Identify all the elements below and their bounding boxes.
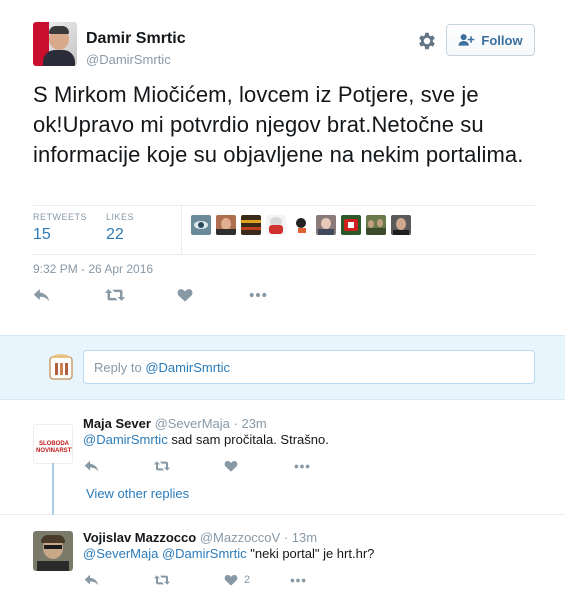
main-tweet: Damir Smrtic @DamirSmrtic Follow S Mirko… <box>0 0 565 335</box>
reply-author-name: Vojislav Mazzocco <box>83 530 197 545</box>
like-icon[interactable]: 2 <box>224 573 250 587</box>
retweet-icon[interactable] <box>105 286 125 304</box>
liker-avatar[interactable] <box>316 215 336 235</box>
reply-time[interactable]: · 23m <box>234 416 267 431</box>
liker-avatar[interactable] <box>366 215 386 235</box>
like-icon[interactable] <box>177 286 197 304</box>
reply-icon[interactable] <box>84 459 100 473</box>
view-other-replies-link[interactable]: View other replies <box>86 486 189 501</box>
follow-user-icon <box>458 34 475 46</box>
reply-author-handle: @MazzoccoV <box>199 530 281 545</box>
author-handle[interactable]: @DamirSmrtic <box>86 52 171 67</box>
likes-stat[interactable]: LIKES 22 <box>106 212 134 244</box>
stats-divider <box>181 206 182 254</box>
follow-button[interactable]: Follow <box>446 24 535 56</box>
avatar-text: SLOBODA NOVINARSTVU <box>36 441 72 454</box>
more-icon[interactable] <box>294 459 310 473</box>
liker-avatar[interactable] <box>216 215 236 235</box>
like-count: 2 <box>244 574 251 586</box>
reply-icon[interactable] <box>84 573 100 587</box>
reply-actions <box>84 459 310 473</box>
reply-body: sad sam pročitala. Strašno. <box>167 432 329 447</box>
reply-placeholder-mention: @DamirSmrtic <box>145 359 231 375</box>
likes-count: 22 <box>106 226 124 243</box>
reply-author-name: Maja Sever <box>83 416 151 431</box>
reply-mention[interactable]: @SeverMaja @DamirSmrtic <box>83 546 247 561</box>
reply-time[interactable]: · 13m <box>284 530 317 545</box>
reply-author-handle: @SeverMaja <box>154 416 230 431</box>
more-icon[interactable] <box>249 286 269 304</box>
retweets-label: RETWEETS <box>33 212 88 222</box>
gear-icon[interactable] <box>416 30 438 52</box>
tweet-stats: RETWEETS 15 LIKES 22 <box>33 205 535 255</box>
liker-avatar[interactable] <box>391 215 411 235</box>
retweet-icon[interactable] <box>154 459 170 473</box>
follow-label: Follow <box>481 32 523 48</box>
reply-actions: 2 <box>84 573 306 587</box>
more-icon[interactable] <box>290 573 306 587</box>
liker-avatar[interactable] <box>191 215 211 235</box>
reply-tweet: SLOBODA NOVINARSTVU Maja Sever @SeverMaj… <box>0 400 565 515</box>
like-icon[interactable] <box>224 459 240 473</box>
author-avatar[interactable] <box>33 22 77 66</box>
tweet-timestamp[interactable]: 9:32 PM - 26 Apr 2016 <box>33 262 153 276</box>
reply-mention[interactable]: @DamirSmrtic <box>83 432 168 447</box>
reply-icon[interactable] <box>33 286 53 304</box>
retweets-count: 15 <box>33 226 51 243</box>
current-user-avatar <box>48 351 74 381</box>
likes-label: LIKES <box>106 212 135 222</box>
reply-author[interactable]: Vojislav Mazzocco @MazzoccoV · 13m <box>83 530 317 545</box>
reply-input[interactable]: Reply to @DamirSmrtic <box>83 350 535 384</box>
reply-composer: Reply to @DamirSmrtic <box>0 335 565 400</box>
tweet-actions <box>33 286 269 304</box>
reply-text: @SeverMaja @DamirSmrtic "neki portal" je… <box>83 546 374 561</box>
reply-tweet: Vojislav Mazzocco @MazzoccoV · 13m @Seve… <box>0 515 565 600</box>
liker-avatar[interactable] <box>241 215 261 235</box>
retweets-stat[interactable]: RETWEETS 15 <box>33 212 87 244</box>
reply-author[interactable]: Maja Sever @SeverMaja · 23m <box>83 416 267 431</box>
retweet-icon[interactable] <box>154 573 170 587</box>
liker-avatar[interactable] <box>266 215 286 235</box>
reply-placeholder-prefix: Reply to <box>94 359 142 375</box>
reply-text: @DamirSmrtic sad sam pročitala. Strašno. <box>83 432 329 447</box>
reply-avatar[interactable] <box>33 531 73 571</box>
likers-list <box>191 215 411 235</box>
author-fullname[interactable]: Damir Smrtic <box>86 30 186 48</box>
liker-avatar[interactable] <box>291 215 311 235</box>
reply-body: "neki portal" je hrt.hr? <box>246 546 375 561</box>
reply-avatar[interactable]: SLOBODA NOVINARSTVU <box>33 424 73 464</box>
liker-avatar[interactable] <box>341 215 361 235</box>
tweet-text: S Mirkom Miočićem, lovcem iz Potjere, sv… <box>33 82 524 167</box>
